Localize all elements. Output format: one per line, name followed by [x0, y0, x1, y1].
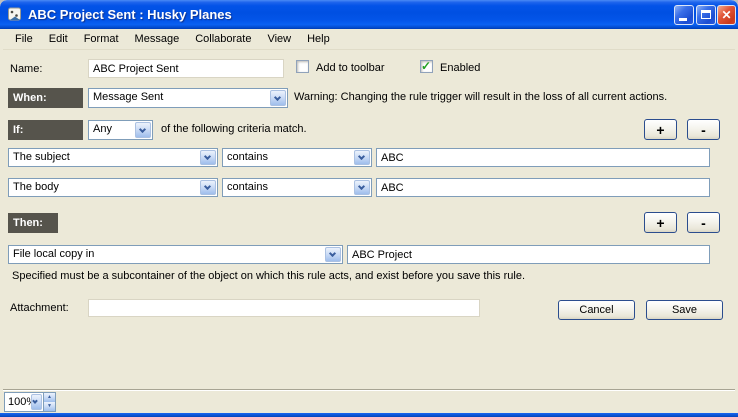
- criterion-operator-combo[interactable]: contains: [222, 178, 372, 197]
- statusbar-divider: [3, 389, 735, 391]
- app-icon: [7, 6, 24, 23]
- then-section-label: Then:: [8, 213, 58, 233]
- menu-item-help[interactable]: Help: [299, 30, 338, 48]
- criterion-value-input[interactable]: [376, 148, 710, 167]
- enabled-label: Enabled: [440, 62, 480, 74]
- attachment-input[interactable]: [88, 299, 480, 317]
- minimize-icon: [679, 18, 687, 21]
- criterion-operator-combo[interactable]: contains: [222, 148, 372, 167]
- check-icon: ✓: [421, 59, 431, 73]
- chevron-down-icon[interactable]: [325, 247, 341, 262]
- criterion-field-value: The body: [13, 181, 197, 193]
- menu-item-message[interactable]: Message: [127, 30, 188, 48]
- close-button[interactable]: ✕: [717, 5, 736, 25]
- criterion-operator-value: contains: [227, 181, 351, 193]
- match-mode-combo[interactable]: Any: [88, 120, 153, 140]
- when-section-label: When:: [8, 88, 83, 108]
- title-bar[interactable]: ABC Project Sent : Husky Planes ✕: [0, 0, 738, 29]
- then-add-button[interactable]: +: [644, 212, 677, 233]
- rule-note-text: Specified must be a subcontainer of the …: [12, 270, 525, 282]
- criterion-value-input[interactable]: [376, 178, 710, 197]
- menu-item-file[interactable]: File: [7, 30, 41, 48]
- action-combo[interactable]: File local copy in: [8, 245, 343, 264]
- menu-bar: File Edit Format Message Collaborate Vie…: [3, 29, 735, 50]
- chevron-down-icon[interactable]: [354, 180, 370, 195]
- chevron-down-icon[interactable]: [354, 150, 370, 165]
- match-mode-value: Any: [93, 123, 132, 135]
- chevron-down-icon[interactable]: [270, 90, 286, 106]
- criterion-field-combo[interactable]: The subject: [8, 148, 218, 167]
- chevron-down-icon[interactable]: [135, 122, 151, 138]
- zoom-dropdown-button[interactable]: [31, 394, 42, 410]
- spinner-down-icon[interactable]: ▼: [44, 402, 55, 411]
- maximize-button[interactable]: [696, 5, 716, 25]
- minimize-button[interactable]: [674, 5, 694, 25]
- close-icon: ✕: [718, 6, 735, 24]
- save-button[interactable]: Save: [646, 300, 723, 320]
- name-label: Name:: [10, 63, 42, 75]
- zoom-spinner[interactable]: ▲ ▼: [43, 393, 55, 411]
- when-warning-text: Warning: Changing the rule trigger will …: [294, 91, 667, 103]
- if-criteria-text: of the following criteria match.: [161, 123, 307, 135]
- criterion-field-combo[interactable]: The body: [8, 178, 218, 197]
- window-title: ABC Project Sent : Husky Planes: [28, 0, 232, 29]
- menu-item-format[interactable]: Format: [76, 30, 127, 48]
- menu-item-collaborate[interactable]: Collaborate: [187, 30, 259, 48]
- chevron-down-icon[interactable]: [200, 150, 216, 165]
- action-value: File local copy in: [13, 248, 322, 260]
- add-to-toolbar-checkbox[interactable]: [296, 60, 309, 73]
- zoom-control[interactable]: 100% ▲ ▼: [4, 392, 56, 412]
- menu-item-edit[interactable]: Edit: [41, 30, 76, 48]
- spinner-up-icon[interactable]: ▲: [44, 393, 55, 402]
- if-section-label: If:: [8, 120, 83, 140]
- rule-editor-window: ABC Project Sent : Husky Planes ✕ File E…: [0, 0, 738, 417]
- action-target-input[interactable]: [347, 245, 710, 264]
- criterion-field-value: The subject: [13, 151, 197, 163]
- maximize-icon: [701, 10, 711, 19]
- cancel-button[interactable]: Cancel: [558, 300, 635, 320]
- enabled-checkbox[interactable]: ✓: [420, 60, 433, 73]
- chevron-down-icon[interactable]: [200, 180, 216, 195]
- add-to-toolbar-label: Add to toolbar: [316, 62, 385, 74]
- when-trigger-combo[interactable]: Message Sent: [88, 88, 288, 108]
- criterion-operator-value: contains: [227, 151, 351, 163]
- if-remove-button[interactable]: -: [687, 119, 720, 140]
- name-input[interactable]: [88, 59, 284, 78]
- when-trigger-value: Message Sent: [93, 91, 267, 103]
- if-add-button[interactable]: +: [644, 119, 677, 140]
- attachment-label: Attachment:: [10, 302, 69, 314]
- menu-item-view[interactable]: View: [259, 30, 299, 48]
- then-remove-button[interactable]: -: [687, 212, 720, 233]
- window-frame-bottom: [0, 413, 738, 417]
